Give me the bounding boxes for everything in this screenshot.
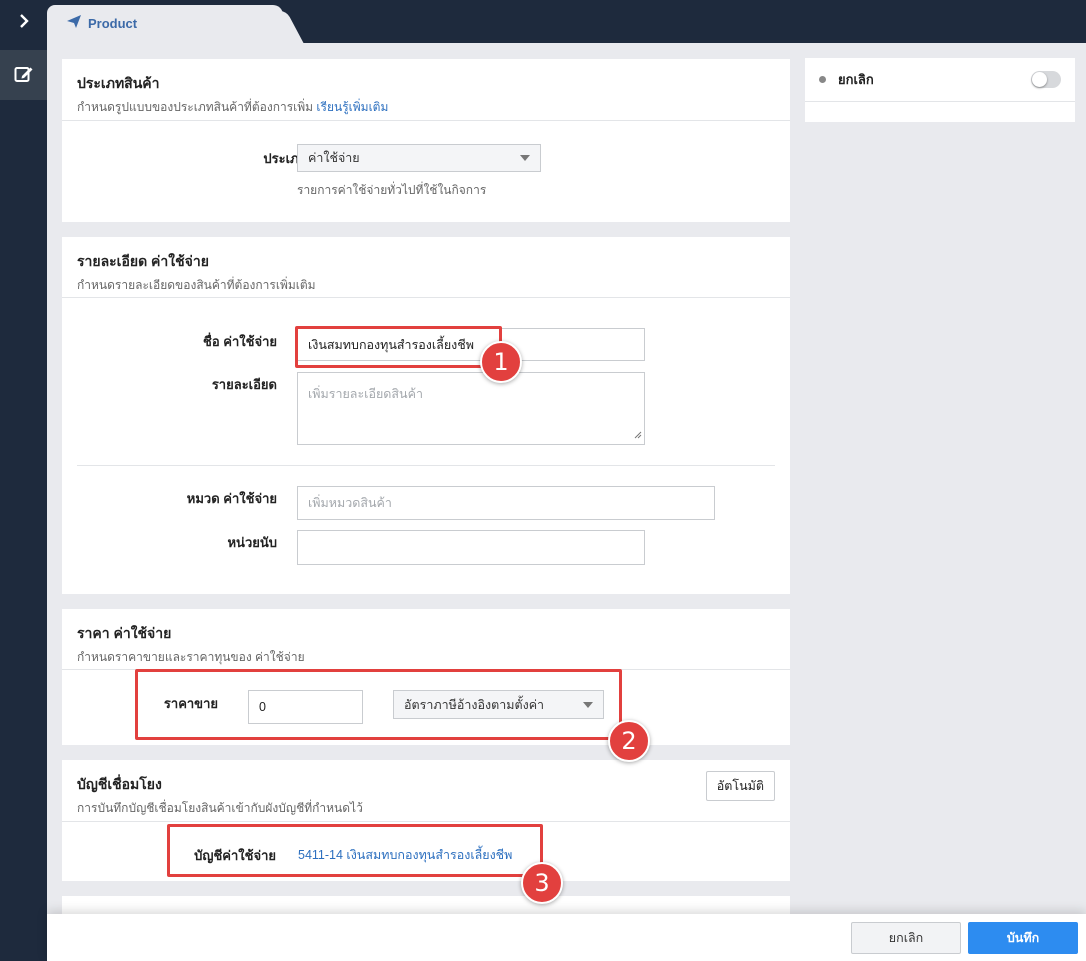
annotation-box-2	[135, 669, 622, 740]
footer-bar: ยกเลิก บันทึก	[47, 914, 1086, 961]
product-type-subtitle-text: กำหนดรูปแบบของประเภทสินค้าที่ต้องการเพิ่…	[77, 100, 314, 114]
chevron-down-icon	[520, 155, 530, 161]
tab-product-label: Product	[88, 15, 138, 31]
price-title: ราคา ค่าใช้จ่าย	[77, 625, 172, 641]
edit-nav-button[interactable]	[0, 50, 47, 100]
product-type-card: ประเภทสินค้า กำหนดรูปแบบของประเภทสินค้าท…	[62, 59, 790, 222]
price-subtitle: กำหนดราคาขายและราคาทุนของ ค่าใช้จ่าย	[77, 650, 305, 664]
category-input[interactable]: เพิ่มหมวดสินค้า	[297, 486, 715, 520]
auto-button[interactable]: อัตโนมัติ	[705, 771, 775, 801]
product-type-select[interactable]: ค่าใช้จ่าย	[297, 144, 541, 172]
linked-account-title: บัญชีเชื่อมโยง	[77, 776, 162, 792]
category-placeholder: เพิ่มหมวดสินค้า	[308, 496, 392, 510]
product-type-title: ประเภทสินค้า	[77, 75, 160, 91]
product-type-hint: รายการค่าใช้จ่ายทั่วไปที่ใช้ในกิจการ	[297, 183, 487, 197]
annotation-box-3	[167, 824, 543, 877]
divider	[62, 297, 790, 298]
chevron-right-icon	[18, 12, 30, 33]
toggle-knob	[1032, 72, 1047, 87]
annotation-badge-1: 1	[480, 341, 522, 383]
expense-detail-card: รายละเอียด ค่าใช้จ่าย กำหนดรายละเอียดของ…	[62, 237, 790, 594]
divider	[62, 821, 790, 822]
unit-input[interactable]	[297, 530, 645, 565]
product-type-subtitle: กำหนดรูปแบบของประเภทสินค้าที่ต้องการเพิ่…	[77, 98, 775, 117]
status-card: ยกเลิก	[805, 58, 1075, 122]
expense-detail-title: รายละเอียด ค่าใช้จ่าย	[77, 253, 209, 269]
learn-more-link[interactable]: เรียนรู้เพิ่มเติม	[316, 100, 388, 114]
cancel-button[interactable]: ยกเลิก	[851, 922, 961, 954]
status-cancel-label: ยกเลิก	[838, 72, 874, 87]
annotation-badge-2: 2	[608, 720, 650, 762]
edit-icon	[14, 65, 34, 86]
description-label: รายละเอียด	[211, 377, 277, 392]
divider	[62, 120, 790, 121]
expense-name-label: ชื่อ ค่าใช้จ่าย	[203, 334, 277, 349]
category-label: หมวด ค่าใช้จ่าย	[186, 491, 277, 506]
annotation-badge-3: 3	[521, 862, 563, 904]
left-sidebar	[0, 0, 47, 961]
linked-account-subtitle: การบันทึกบัญชีเชื่อมโยงสินค้าเข้ากับผังบ…	[77, 801, 363, 815]
unit-label: หน่วยนับ	[227, 535, 277, 550]
cancel-toggle[interactable]	[1031, 71, 1061, 88]
save-button[interactable]: บันทึก	[968, 922, 1078, 954]
tab-product[interactable]: Product	[47, 5, 283, 43]
divider	[77, 465, 775, 466]
paper-plane-icon	[67, 15, 81, 31]
expense-detail-subtitle: กำหนดรายละเอียดของสินค้าที่ต้องการเพิ่มเ…	[77, 278, 316, 292]
resize-handle-icon[interactable]	[634, 428, 642, 442]
product-type-selected: ค่าใช้จ่าย	[308, 151, 360, 165]
next-section-card	[62, 896, 790, 916]
status-dot	[819, 76, 826, 83]
annotation-box-1	[295, 326, 502, 368]
description-placeholder: เพิ่มรายละเอียดสินค้า	[308, 387, 423, 401]
description-textarea[interactable]: เพิ่มรายละเอียดสินค้า	[297, 372, 645, 445]
expand-sidebar-button[interactable]	[0, 0, 47, 45]
